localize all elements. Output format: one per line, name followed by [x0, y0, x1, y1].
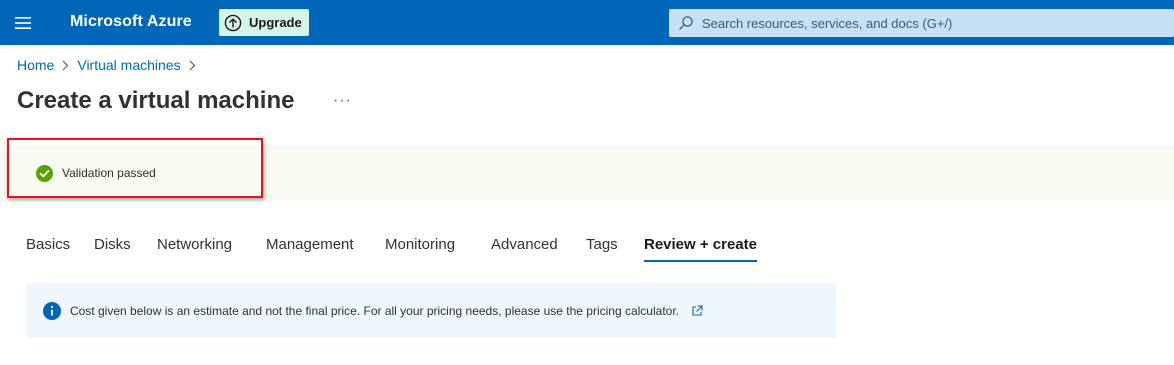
- chevron-right-icon: [62, 60, 69, 71]
- hamburger-menu-icon[interactable]: [9, 9, 37, 37]
- tab-basics[interactable]: Basics: [26, 236, 70, 262]
- tab-management[interactable]: Management: [266, 236, 354, 262]
- top-navigation-bar: Microsoft Azure Upgrade: [0, 0, 1174, 45]
- more-options-button[interactable]: ···: [333, 92, 352, 110]
- breadcrumb: Home Virtual machines: [17, 57, 204, 73]
- check-circle-icon: [36, 165, 53, 182]
- page-title: Create a virtual machine: [17, 87, 295, 114]
- breadcrumb-home-link[interactable]: Home: [17, 57, 54, 73]
- info-icon: [43, 301, 61, 320]
- breadcrumb-virtual-machines-link[interactable]: Virtual machines: [77, 57, 180, 73]
- global-search-box[interactable]: [669, 9, 1174, 37]
- external-link-icon[interactable]: [691, 304, 703, 317]
- tab-review-create[interactable]: Review + create: [644, 236, 757, 262]
- pricing-info-text: Cost given below is an estimate and not …: [70, 303, 679, 318]
- search-icon: [678, 15, 694, 31]
- upgrade-button[interactable]: Upgrade: [219, 9, 309, 36]
- tab-tags[interactable]: Tags: [586, 236, 618, 262]
- upgrade-label: Upgrade: [249, 15, 302, 30]
- validation-message: Validation passed: [62, 166, 156, 180]
- arrow-up-circle-icon: [224, 14, 242, 32]
- tab-networking[interactable]: Networking: [157, 236, 232, 262]
- search-input[interactable]: [702, 15, 1174, 31]
- portal-brand-title[interactable]: Microsoft Azure: [70, 13, 192, 31]
- tab-advanced[interactable]: Advanced: [491, 236, 558, 262]
- pricing-info-banner: Cost given below is an estimate and not …: [26, 283, 836, 338]
- chevron-right-icon: [189, 60, 196, 71]
- tab-disks[interactable]: Disks: [94, 236, 131, 262]
- tab-monitoring[interactable]: Monitoring: [385, 236, 455, 262]
